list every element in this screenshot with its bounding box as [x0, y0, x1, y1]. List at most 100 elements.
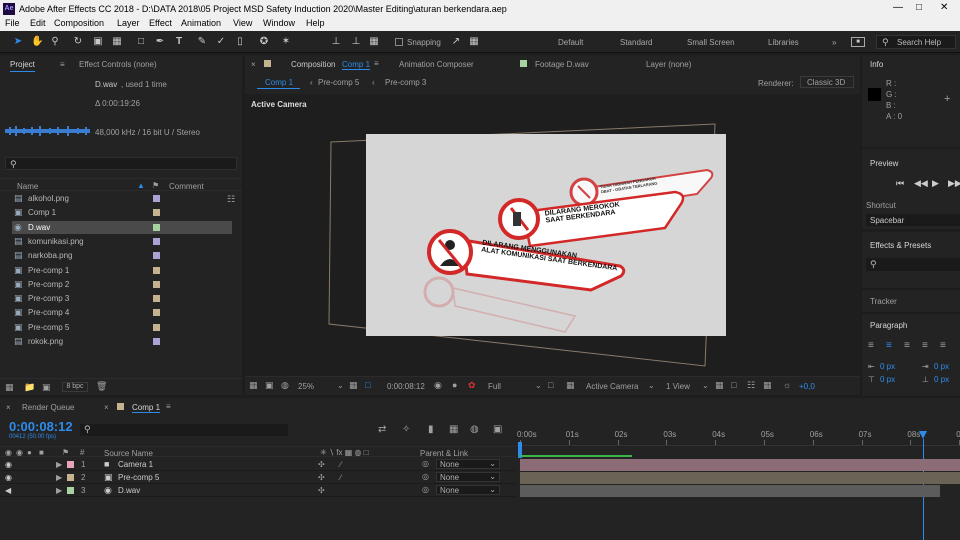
pixel-aspect-icon[interactable]: ▦: [715, 380, 724, 391]
indent-right-value[interactable]: 0 px: [934, 362, 949, 371]
effects-search-input[interactable]: ⚲: [866, 258, 960, 271]
source-name-header[interactable]: Source Name: [104, 449, 153, 458]
pen-tool-icon[interactable]: ✒: [154, 36, 166, 48]
label-color-swatch[interactable]: [153, 195, 160, 202]
info-tab[interactable]: Info: [870, 60, 883, 69]
timeline-menu-icon[interactable]: ≡: [166, 402, 171, 411]
parent-dropdown[interactable]: None ⌄: [436, 485, 500, 495]
effect-controls-tab[interactable]: Effect Controls (none): [79, 60, 157, 69]
snap-icon[interactable]: ↗: [450, 36, 462, 48]
close-tab-icon[interactable]: ×: [6, 403, 11, 412]
time-ruler[interactable]: [517, 426, 960, 446]
project-item[interactable]: ▤ rokok.png: [12, 335, 232, 348]
layer-duration-bar[interactable]: [520, 485, 940, 497]
timeline-comp-tab[interactable]: Comp 1: [132, 403, 161, 413]
parent-dropdown[interactable]: None ⌄: [436, 472, 500, 482]
comp-mini-flowchart-icon[interactable]: ⇄: [378, 424, 386, 435]
layer-label-swatch[interactable]: [67, 461, 74, 468]
sort-arrow-icon[interactable]: ▲: [137, 181, 145, 190]
snap-options-icon[interactable]: ▦: [468, 36, 480, 48]
parent-dropdown[interactable]: None ⌄: [436, 459, 500, 469]
menu-edit[interactable]: Edit: [30, 18, 46, 28]
frame-blending-icon[interactable]: ▦: [449, 424, 458, 435]
roto-brush-tool-icon[interactable]: ✪: [258, 36, 270, 48]
layer-name[interactable]: Camera 1: [118, 460, 153, 469]
footage-tab[interactable]: Footage D.wav: [535, 60, 589, 69]
label-color-swatch[interactable]: [153, 266, 160, 274]
project-menu-icon[interactable]: ≡: [60, 60, 65, 69]
tracker-tab[interactable]: Tracker: [870, 297, 897, 306]
label-color-swatch[interactable]: [153, 223, 160, 231]
flowchart-icon[interactable]: ☷: [747, 380, 755, 391]
zoom-tool-icon[interactable]: ⚲: [49, 36, 61, 48]
selection-tool-icon[interactable]: ➤: [12, 36, 24, 48]
menu-layer[interactable]: Layer: [117, 18, 140, 28]
project-item[interactable]: ◉ D.wav: [12, 220, 232, 234]
play-icon[interactable]: ▶: [932, 178, 939, 189]
preview-tab[interactable]: Preview: [870, 159, 898, 168]
label-color-swatch[interactable]: [153, 323, 160, 331]
world-axis-icon[interactable]: ⊥: [350, 36, 362, 48]
timeline-current-time[interactable]: 0:00:08:12: [9, 419, 73, 434]
expand-arrow-icon[interactable]: ▶: [56, 486, 62, 495]
eye-icon[interactable]: ◉: [5, 460, 12, 469]
brush-tool-icon[interactable]: ✎: [196, 36, 208, 48]
align-center-icon[interactable]: ≡: [886, 340, 892, 351]
label-color-swatch[interactable]: [153, 237, 160, 245]
space-after-value[interactable]: 0 px: [934, 375, 949, 384]
pan-behind-tool-icon[interactable]: ▦: [111, 36, 123, 48]
rotate-tool-icon[interactable]: ↻: [72, 36, 84, 48]
chevron-down-icon[interactable]: ⌄: [648, 381, 655, 390]
pickwhip-icon[interactable]: ◎: [422, 472, 429, 481]
project-tab[interactable]: Project: [10, 60, 35, 72]
resolution-dropdown[interactable]: Full: [488, 382, 501, 391]
workspace-libraries[interactable]: Libraries: [768, 38, 799, 47]
project-item[interactable]: ▣ Pre-comp 4: [12, 306, 232, 319]
chevron-down-icon[interactable]: ⌄: [535, 381, 542, 390]
close-tab-icon[interactable]: ×: [251, 60, 256, 69]
label-color-swatch[interactable]: [153, 209, 160, 217]
view-layout-dropdown[interactable]: 1 View: [666, 382, 690, 391]
label-color-swatch[interactable]: [153, 309, 160, 317]
motion-blur-icon[interactable]: ◍: [470, 424, 479, 435]
maximize-icon[interactable]: □: [916, 2, 922, 13]
rectangle-tool-icon[interactable]: □: [135, 36, 147, 48]
chevron-down-icon[interactable]: ⌄: [702, 381, 709, 390]
workspace-panel-icon[interactable]: ■: [851, 37, 865, 47]
breadcrumb-pre-comp-3[interactable]: Pre-comp 3: [385, 78, 426, 87]
quality-switch-icon[interactable]: ∕: [340, 460, 341, 469]
menu-view[interactable]: View: [233, 18, 252, 28]
speaker-icon[interactable]: ◀: [5, 486, 11, 495]
space-before-value[interactable]: 0 px: [880, 375, 895, 384]
shy-switch-icon[interactable]: ✣: [318, 486, 325, 495]
timeline-icon[interactable]: ▦: [763, 380, 772, 391]
composition-viewer[interactable]: Active Camera DILARANG MENGGUNAKAN ALAT …: [245, 94, 860, 376]
timeline-search-input[interactable]: ⚲: [80, 424, 288, 436]
workspace-standard[interactable]: Standard: [620, 38, 652, 47]
hand-tool-icon[interactable]: ✋: [31, 36, 43, 48]
project-item[interactable]: ▤ alkohol.png: [12, 192, 232, 205]
label-color-swatch[interactable]: [153, 252, 160, 260]
flowchart-icon[interactable]: ☷: [227, 194, 235, 205]
menu-animation[interactable]: Animation: [181, 18, 221, 28]
search-help-input[interactable]: ⚲ Search Help: [876, 35, 956, 49]
exposure-value[interactable]: +0,0: [799, 382, 815, 391]
mask-icon[interactable]: ▣: [265, 380, 274, 391]
camera-tool-icon[interactable]: ▣: [92, 36, 104, 48]
layer-name[interactable]: Pre-comp 5: [118, 473, 159, 482]
label-color-swatch[interactable]: [153, 280, 160, 288]
breadcrumb-comp-1[interactable]: Comp 1: [257, 76, 300, 89]
project-search-input[interactable]: ⚲: [5, 157, 237, 170]
project-item[interactable]: ▣ Pre-comp 3: [12, 292, 232, 305]
clone-stamp-tool-icon[interactable]: ✓: [215, 36, 227, 48]
region-of-interest-icon[interactable]: □: [365, 380, 370, 390]
menu-composition[interactable]: Composition: [54, 18, 104, 28]
view-axis-icon[interactable]: ▦: [368, 36, 380, 48]
parent-link-header[interactable]: Parent & Link: [420, 449, 468, 458]
project-item[interactable]: ▣ Pre-comp 5: [12, 321, 232, 334]
composition-tab-prefix[interactable]: Composition: [291, 60, 335, 69]
always-preview-icon[interactable]: ▦: [249, 380, 258, 391]
glasses-icon[interactable]: ◍: [281, 380, 289, 391]
snapping-checkbox[interactable]: [395, 38, 403, 46]
menu-window[interactable]: Window: [263, 18, 295, 28]
